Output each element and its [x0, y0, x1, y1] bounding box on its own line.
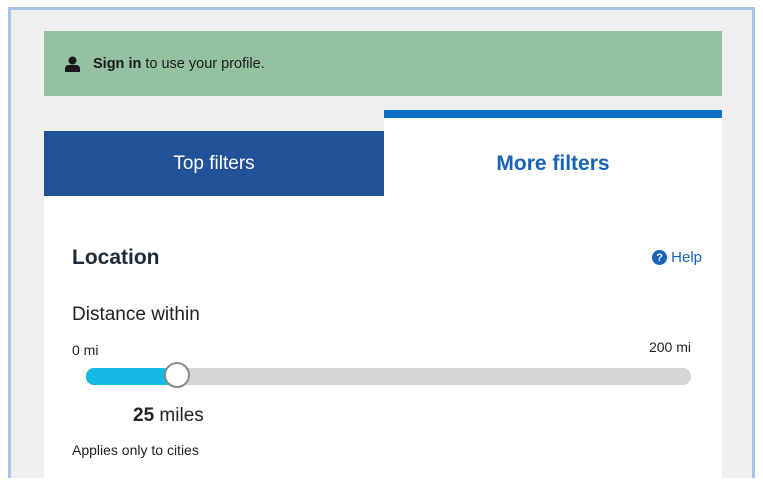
cities-note: Applies only to cities — [72, 442, 199, 458]
slider-max-label: 200 mi — [648, 339, 691, 355]
slider-fill — [86, 368, 177, 385]
help-label: Help — [671, 249, 702, 266]
question-circle-icon: ? — [652, 250, 668, 265]
signin-message-text: to use your profile. — [141, 55, 265, 72]
signin-link[interactable]: Sign in — [93, 56, 141, 72]
distance-value: 25 miles — [133, 405, 204, 427]
slider-min-label: 0 mi — [72, 342, 99, 358]
distance-slider[interactable] — [86, 360, 691, 390]
tab-more-filters[interactable]: More filters — [384, 110, 722, 196]
distance-value-number: 25 — [133, 405, 155, 426]
tab-top-filters[interactable]: Top filters — [44, 131, 384, 196]
more-filters-panel: Location ? Help Distance within 0 mi 200… — [44, 196, 722, 481]
slider-thumb[interactable] — [163, 362, 190, 388]
signin-banner: Sign in to use your profile. — [44, 31, 722, 96]
distance-value-unit: miles — [154, 405, 204, 426]
distance-within-label: Distance within — [72, 304, 200, 325]
signin-message: Sign in to use your profile. — [93, 56, 265, 72]
user-icon — [65, 56, 80, 72]
help-link[interactable]: ? Help — [652, 249, 702, 266]
location-heading: Location — [72, 246, 160, 269]
filters-window: Sign in to use your profile. Top filters… — [8, 7, 755, 481]
